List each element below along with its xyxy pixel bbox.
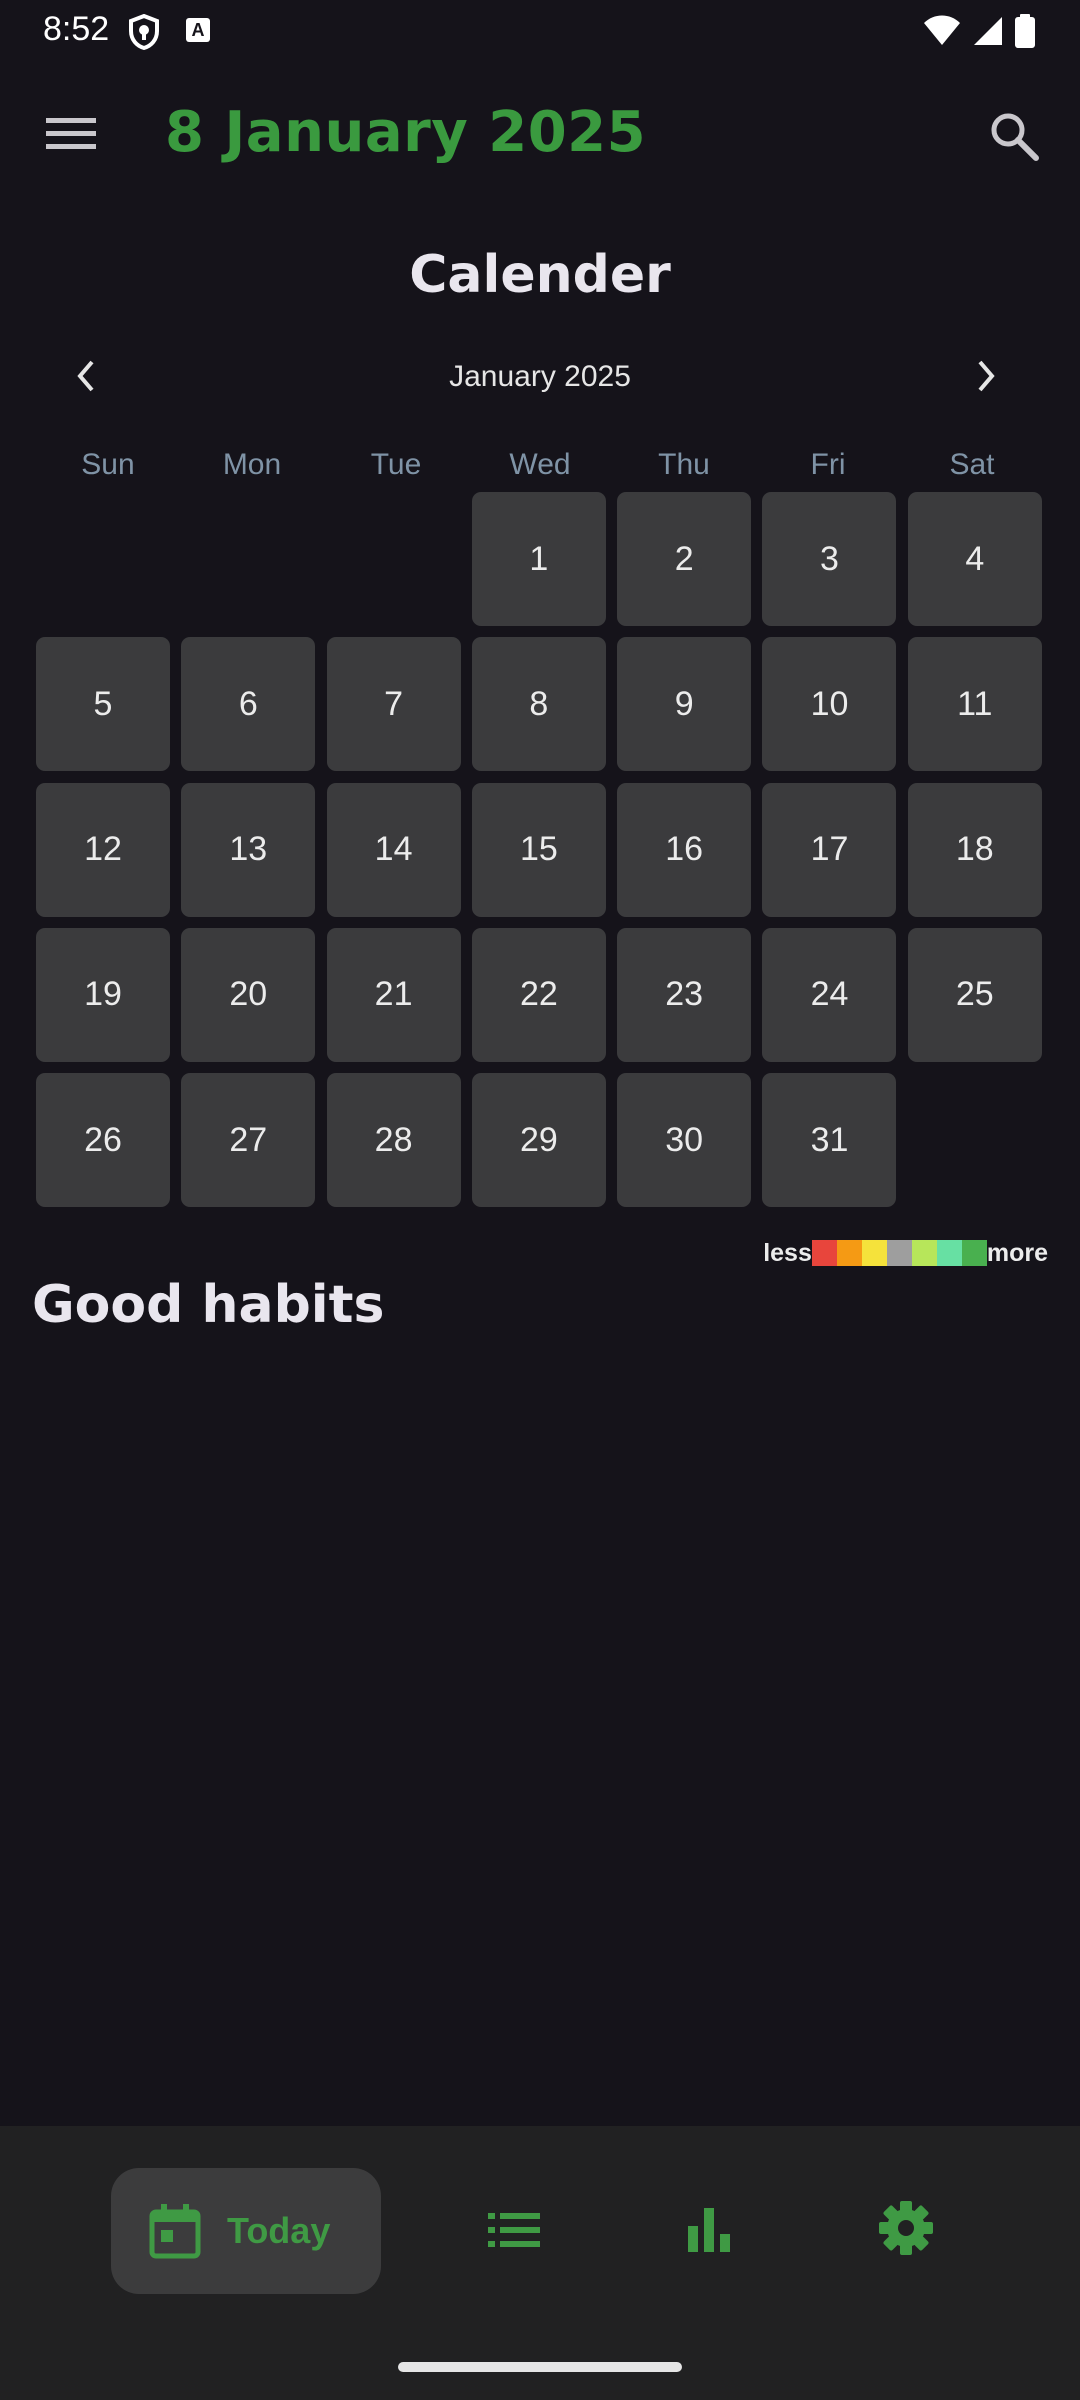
habits-section-title: Good habits: [32, 1275, 385, 1335]
calendar-day[interactable]: 12: [36, 782, 170, 917]
a-badge-icon: A: [186, 18, 210, 42]
legend-swatch: [961, 1240, 987, 1266]
calendar-title: Calender: [409, 245, 671, 305]
legend-swatch: [911, 1240, 937, 1266]
calendar-day[interactable]: 21: [326, 927, 461, 1062]
calendar-day[interactable]: 8: [471, 637, 606, 772]
calendar-day[interactable]: 9: [617, 637, 752, 772]
calendar-day[interactable]: 26: [36, 1073, 170, 1208]
nav-today-label[interactable]: Today: [227, 2210, 330, 2252]
calendar-day[interactable]: 27: [181, 1073, 316, 1208]
weekday-label: Tue: [370, 448, 422, 481]
calendar-day[interactable]: 14: [326, 782, 461, 917]
calendar-day[interactable]: 1: [471, 492, 606, 626]
month-navigator: January 2025: [0, 350, 1080, 410]
calendar-day[interactable]: 6: [181, 637, 316, 772]
calendar-day[interactable]: 11: [907, 637, 1042, 772]
calendar-day[interactable]: 7: [326, 637, 461, 772]
weekday-label: Thu: [658, 448, 710, 481]
calendar-day[interactable]: 22: [471, 927, 606, 1062]
calendar-day[interactable]: 24: [762, 927, 897, 1062]
legend-swatch: [836, 1240, 862, 1266]
calendar-day[interactable]: 20: [181, 927, 316, 1062]
weekday-label: Sun: [81, 448, 135, 481]
search-icon[interactable]: [988, 110, 1040, 162]
weekday-label: Fri: [810, 448, 846, 481]
legend-swatch: [861, 1240, 887, 1266]
legend-swatch: [936, 1240, 962, 1266]
legend-more-label: more: [986, 1238, 1048, 1267]
list-icon[interactable]: [488, 2210, 540, 2250]
intensity-legend: less more: [763, 1238, 1048, 1268]
legend-swatches: [811, 1240, 987, 1266]
calendar-day[interactable]: 29: [471, 1073, 606, 1208]
wifi-icon: [922, 15, 962, 52]
calendar-day[interactable]: 13: [181, 782, 316, 917]
gear-icon[interactable]: [878, 2200, 934, 2256]
calendar-day[interactable]: 28: [326, 1073, 461, 1208]
bottom-navigation: Today: [0, 2126, 1080, 2400]
calendar-day[interactable]: 4: [907, 492, 1042, 626]
calendar-day[interactable]: 2: [617, 492, 752, 626]
calendar-day[interactable]: 16: [617, 782, 752, 917]
weekday-label: Mon: [222, 448, 282, 481]
empty-cell: [36, 492, 170, 626]
home-indicator[interactable]: [398, 2362, 682, 2372]
calendar-grid: 1 2 3 4 5 6 7 8 9 10 11 12 13 14 15 16 17 18 19 20 21 22 23 24 2…: [36, 492, 1044, 1208]
calendar-day[interactable]: 19: [36, 927, 170, 1062]
calendar-icon[interactable]: [148, 2202, 202, 2260]
signal-icon: [972, 15, 1004, 52]
app-bar: 8 January 2025: [0, 92, 1080, 182]
bar-chart-icon[interactable]: [686, 2204, 732, 2252]
calendar-day[interactable]: 25: [907, 927, 1042, 1062]
weekday-label: Sat: [949, 448, 995, 481]
battery-icon: [1014, 14, 1036, 53]
empty-cell: [327, 492, 461, 626]
shield-icon: [128, 13, 160, 55]
calendar-day[interactable]: 15: [471, 782, 606, 917]
calendar-day[interactable]: 5: [36, 637, 170, 772]
legend-swatch: [886, 1240, 912, 1266]
calendar-day[interactable]: 31: [762, 1073, 897, 1208]
month-label: January 2025: [449, 360, 631, 393]
status-bar: 8:52 A: [0, 0, 1080, 64]
calendar-day[interactable]: 10: [762, 637, 897, 772]
status-time: 8:52: [43, 10, 110, 48]
legend-less-label: less: [763, 1238, 812, 1267]
weekday-label: Wed: [509, 448, 571, 481]
empty-cell: [181, 492, 315, 626]
calendar-day[interactable]: 23: [617, 927, 752, 1062]
legend-swatch: [811, 1240, 837, 1266]
menu-icon[interactable]: [46, 114, 96, 154]
calendar-day[interactable]: 17: [762, 782, 897, 917]
weekday-header: Sun Mon Tue Wed Thu Fri Sat: [36, 448, 1044, 482]
calendar-day[interactable]: 18: [907, 782, 1042, 917]
calendar-day[interactable]: 30: [617, 1073, 752, 1208]
page-title: 8 January 2025: [165, 100, 647, 165]
chevron-right-icon[interactable]: [968, 356, 1004, 396]
calendar-day[interactable]: 3: [762, 492, 897, 626]
